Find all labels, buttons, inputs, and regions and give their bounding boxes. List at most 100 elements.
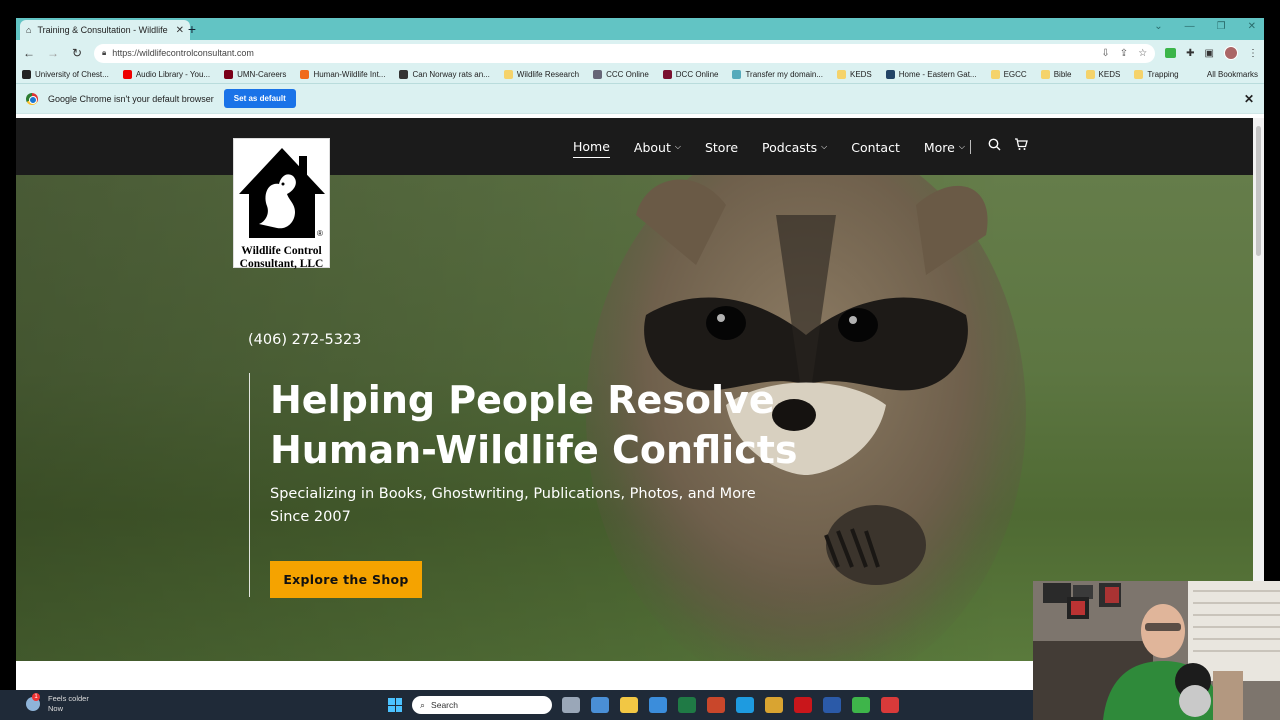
- webcam-overlay: [1033, 581, 1280, 720]
- cart-icon[interactable]: [1014, 137, 1028, 156]
- headline-line-2: Human-Wildlife Conflicts: [270, 428, 798, 472]
- word-icon[interactable]: [823, 697, 841, 713]
- address-url[interactable]: https://wildlifecontrolconsultant.com: [112, 48, 1095, 58]
- site-logo[interactable]: ® Wildlife Control Consultant, LLC: [233, 138, 330, 271]
- edge-icon[interactable]: [736, 697, 754, 713]
- share-icon[interactable]: ⇪: [1120, 48, 1128, 59]
- new-tab-button[interactable]: +: [184, 21, 200, 37]
- infobar-close-icon[interactable]: ✕: [1244, 92, 1254, 106]
- acrobat-icon[interactable]: [794, 697, 812, 713]
- camtasia-recorder-icon[interactable]: [881, 697, 899, 713]
- nav-home[interactable]: Home: [573, 139, 610, 158]
- camtasia-icon[interactable]: [852, 697, 870, 713]
- folder-icon: [1040, 70, 1050, 79]
- profile-avatar[interactable]: [1224, 46, 1238, 60]
- main-nav: Home About ⌵ Store Podcasts ⌵ Contact More ⌵: [573, 139, 965, 158]
- weather-line-2: Now: [48, 704, 64, 713]
- weather-line-1: Feels colder: [48, 694, 89, 703]
- nav-label: Podcasts: [762, 139, 818, 155]
- scrollbar-thumb[interactable]: [1256, 126, 1261, 256]
- extensions-puzzle-icon[interactable]: ✚: [1186, 48, 1194, 59]
- registered-mark: ®: [317, 229, 323, 238]
- nav-about[interactable]: About ⌵: [634, 139, 681, 158]
- lock-icon: 🔒︎: [102, 48, 107, 57]
- extension-green-icon[interactable]: [1165, 48, 1177, 58]
- star-icon[interactable]: ☆: [1138, 48, 1147, 59]
- nav-contact[interactable]: Contact: [851, 139, 900, 158]
- back-icon[interactable]: ←: [22, 46, 36, 60]
- task-view-icon[interactable]: [562, 697, 580, 713]
- toolbar-right: ✚ ▣ ⋮: [1165, 46, 1258, 60]
- subhead-line-1: Specializing in Books, Ghostwriting, Pub…: [270, 486, 756, 502]
- all-bookmarks[interactable]: All Bookmarks: [1203, 70, 1258, 79]
- bookmark-label: EGCC: [1003, 70, 1027, 79]
- bookmark-item[interactable]: Bible: [1040, 70, 1072, 79]
- presenter-video: [1033, 581, 1280, 720]
- mail-icon[interactable]: [649, 697, 667, 713]
- hero-accent-line: [249, 373, 250, 597]
- taskbar-search-label: Search: [431, 700, 458, 710]
- chevron-down-icon: ⌵: [958, 142, 965, 151]
- all-bookmarks-label: All Bookmarks: [1206, 70, 1258, 79]
- address-bar[interactable]: 🔒︎ https://wildlifecontrolconsultant.com…: [94, 43, 1156, 63]
- install-icon[interactable]: ⇩: [1101, 48, 1109, 59]
- tab-active[interactable]: ⌂ Training & Consultation - Wildlife ✕: [20, 20, 190, 40]
- phone-number[interactable]: (406) 272-5323: [248, 332, 361, 348]
- tab-close-icon[interactable]: ✕: [176, 25, 184, 36]
- bookmark-favicon-icon: [224, 70, 234, 79]
- bookmark-item[interactable]: Home - Eastern Gat...: [885, 70, 977, 79]
- bookmark-label: KEDS: [1098, 70, 1121, 79]
- reload-icon[interactable]: ↻: [70, 46, 84, 60]
- headline-line-1: Helping People Resolve: [270, 378, 775, 422]
- taskbar-search[interactable]: ⌕ Search: [412, 696, 552, 714]
- set-default-button[interactable]: Set as default: [223, 89, 296, 108]
- bookmark-label: Trapping: [1147, 70, 1179, 79]
- nav-podcasts[interactable]: Podcasts ⌵: [762, 139, 827, 158]
- widgets-icon[interactable]: [591, 697, 609, 713]
- bookmark-item[interactable]: Audio Library - You...: [122, 70, 211, 79]
- bookmark-item[interactable]: UMN-Careers: [224, 70, 286, 79]
- file-explorer-icon[interactable]: [620, 697, 638, 713]
- nav-store[interactable]: Store: [705, 139, 738, 158]
- powerpoint-icon[interactable]: [707, 697, 725, 713]
- close-window-icon[interactable]: ✕: [1248, 21, 1256, 32]
- bookmark-favicon-icon: [22, 70, 31, 79]
- bookmark-item[interactable]: University of Chest...: [22, 70, 109, 79]
- bookmark-item[interactable]: CCC Online: [593, 70, 649, 79]
- folder-icon: [1134, 70, 1144, 79]
- bookmark-favicon-icon: [593, 70, 603, 79]
- bookmark-item[interactable]: Can Norway rats an...: [399, 70, 490, 79]
- nav-more[interactable]: More ⌵: [924, 139, 965, 158]
- forward-icon[interactable]: →: [46, 46, 60, 60]
- folder-icon: [1085, 70, 1095, 79]
- minimize-icon[interactable]: —: [1185, 21, 1195, 32]
- menu-kebab-icon[interactable]: ⋮: [1248, 48, 1258, 59]
- bookmark-item[interactable]: Human-Wildlife Int...: [300, 70, 385, 79]
- search-icon[interactable]: [988, 138, 1001, 156]
- nav-label: About: [633, 139, 671, 155]
- weather-widget[interactable]: 1 Feels colder Now: [26, 693, 89, 714]
- bookmark-item[interactable]: Transfer my domain...: [732, 70, 823, 79]
- bookmark-item[interactable]: EGCC: [990, 70, 1027, 79]
- folder-icon: [990, 70, 1000, 79]
- weather-text: Feels colder Now: [48, 694, 89, 714]
- bookmarks-bar: University of Chest... Audio Library - Yo…: [16, 66, 1264, 84]
- restore-icon[interactable]: ❐: [1217, 21, 1226, 32]
- bookmark-item[interactable]: Trapping: [1134, 70, 1179, 79]
- bookmark-item[interactable]: Wildlife Research: [503, 70, 579, 79]
- bookmark-item[interactable]: DCC Online: [662, 70, 718, 79]
- chevron-down-icon: ⌵: [821, 142, 828, 151]
- nav-label: More: [923, 139, 955, 155]
- side-panel-icon[interactable]: ▣: [1205, 48, 1214, 59]
- bookmark-item[interactable]: KEDS: [836, 70, 872, 79]
- hero-headline: Helping People Resolve Human-Wildlife Co…: [270, 375, 890, 475]
- tab-search-icon[interactable]: ⌄: [1154, 21, 1162, 32]
- excel-icon[interactable]: [678, 697, 696, 713]
- explore-shop-button[interactable]: Explore the Shop: [270, 561, 422, 598]
- chrome-icon[interactable]: [765, 697, 783, 713]
- start-windows-icon[interactable]: [388, 698, 402, 712]
- bookmark-item[interactable]: KEDS: [1085, 70, 1121, 79]
- browser-toolbar: ← → ↻ 🔒︎ https://wildlifecontrolconsulta…: [16, 40, 1264, 66]
- logo-text: Wildlife Control Consultant, LLC: [234, 245, 329, 271]
- bookmark-label: Audio Library - You...: [135, 70, 211, 79]
